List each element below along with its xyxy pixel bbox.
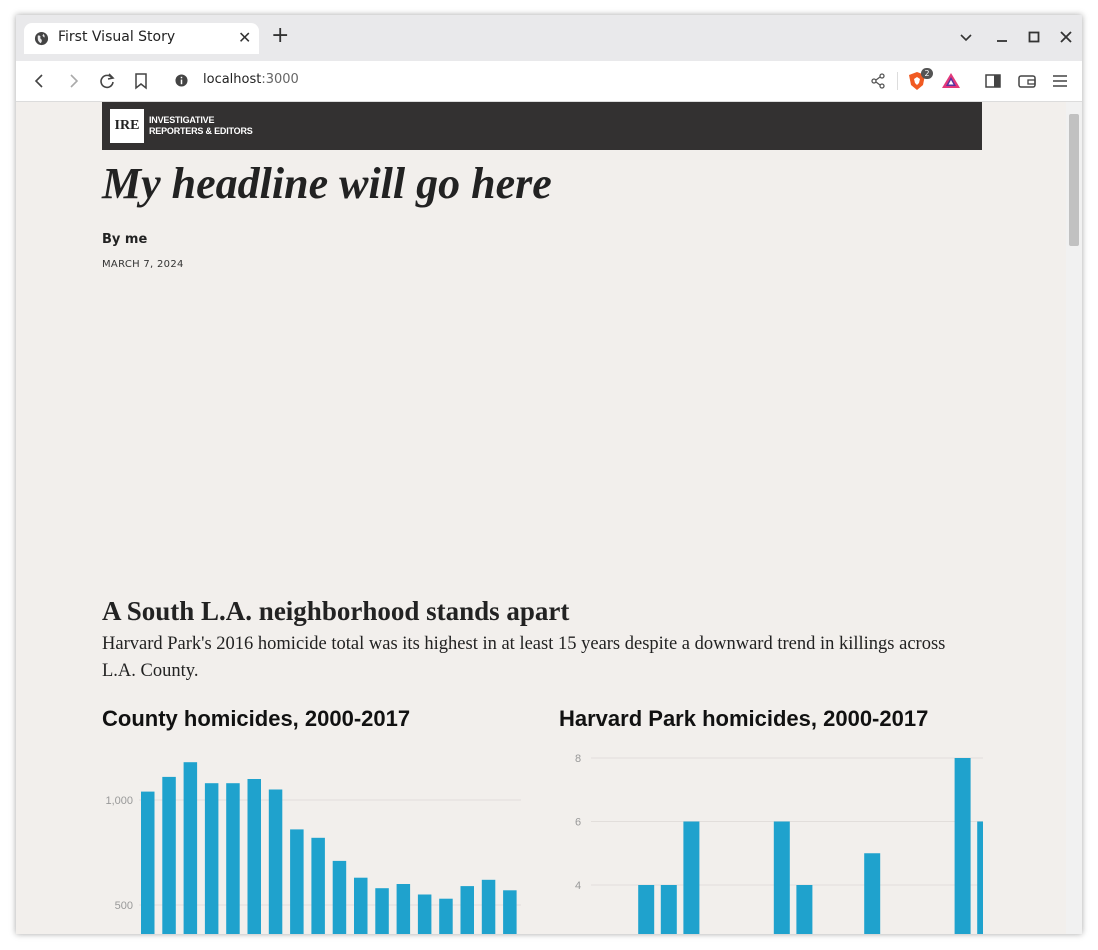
harvard-park-bar-2012[interactable] — [864, 853, 881, 934]
share-icon[interactable] — [869, 72, 887, 90]
dateline: MARCH 7, 2024 — [102, 259, 184, 270]
section-title: A South L.A. neighborhood stands apart — [102, 596, 570, 626]
ire-logo[interactable]: IRE — [110, 109, 144, 143]
county-bar-2013[interactable] — [417, 894, 432, 935]
section-dek: Harvard Park's 2016 homicide total was i… — [102, 634, 946, 681]
county-bar-2000[interactable] — [141, 791, 155, 934]
county-y-tick-label: 500 — [115, 900, 133, 912]
masthead: IRE INVESTIGATIVE REPORTERS & EDITORS — [102, 102, 982, 150]
county-bar-2009[interactable] — [332, 860, 347, 934]
county-bar-2015[interactable] — [460, 886, 475, 934]
tab-list-chevron-icon[interactable] — [956, 27, 976, 47]
headline: My headline will go here — [102, 159, 552, 208]
browser-tab[interactable]: First Visual Story ✕ — [24, 23, 259, 54]
bookmark-icon[interactable] — [130, 70, 152, 92]
scrollbar-thumb[interactable] — [1069, 114, 1079, 246]
minimize-icon[interactable] — [992, 27, 1012, 47]
url-text[interactable]: localhost:3000 — [203, 72, 299, 87]
harvard-park-y-tick-label: 8 — [575, 753, 581, 765]
browser-window: First Visual Story ✕ + localhost:3000 2 … — [16, 15, 1082, 934]
county-bar-2010[interactable] — [354, 877, 368, 934]
tab-strip: First Visual Story ✕ + — [16, 15, 1082, 61]
harvard-park-bar-2002[interactable] — [638, 885, 655, 934]
harvard-park-y-tick-label: 4 — [575, 880, 581, 892]
page-scrollbar[interactable] — [1066, 102, 1082, 934]
back-icon[interactable] — [29, 70, 51, 92]
brave-rewards-icon[interactable] — [941, 71, 961, 91]
byline: By me — [102, 232, 148, 247]
shields-count-badge: 2 — [921, 68, 933, 79]
county-bar-2003[interactable] — [204, 783, 219, 934]
harvard-park-bar-2016[interactable] — [954, 758, 971, 934]
harvard-park-bar-2004[interactable] — [683, 821, 700, 935]
county-bar-2008[interactable] — [311, 837, 325, 934]
tab-title: First Visual Story — [58, 29, 176, 45]
sidebar-toggle-icon[interactable] — [982, 70, 1004, 92]
harvard-park-bar-2003[interactable] — [660, 885, 677, 934]
wallet-icon[interactable] — [1016, 70, 1038, 92]
county-bar-2016[interactable] — [481, 879, 496, 934]
harvard-park-bar-2008[interactable] — [773, 821, 790, 935]
url-host: localhost — [203, 72, 262, 87]
county-bar-2012[interactable] — [396, 884, 411, 934]
globe-icon — [34, 31, 49, 46]
county-bar-2002[interactable] — [183, 762, 198, 934]
county-bar-2014[interactable] — [439, 898, 453, 934]
tab-close-icon[interactable]: ✕ — [238, 28, 251, 47]
county-bar-2006[interactable] — [268, 789, 283, 935]
menu-icon[interactable] — [1049, 70, 1071, 92]
harvard-park-bar-2009[interactable] — [796, 885, 813, 934]
maximize-icon[interactable] — [1024, 27, 1044, 47]
org-name: INVESTIGATIVE REPORTERS & EDITORS — [149, 115, 253, 137]
county-bar-2001[interactable] — [162, 776, 176, 934]
close-window-icon[interactable] — [1056, 27, 1076, 47]
org-name-line1: INVESTIGATIVE — [149, 115, 215, 125]
site-info-icon[interactable] — [175, 74, 188, 87]
harvard-park-y-tick-label: 6 — [575, 817, 581, 829]
county-homicides-chart: 500 1,000 — [105, 762, 521, 935]
browser-toolbar: localhost:3000 2 — [16, 61, 1082, 102]
county-bar-2005[interactable] — [247, 779, 262, 934]
new-tab-button[interactable]: + — [271, 24, 289, 48]
harvard-park-bar-2017[interactable] — [977, 821, 983, 935]
county-chart-title: County homicides, 2000-2017 — [102, 706, 411, 731]
forward-icon[interactable] — [62, 70, 84, 92]
county-bar-2004[interactable] — [226, 783, 240, 934]
county-bar-2011[interactable] — [375, 888, 389, 934]
org-name-line2: REPORTERS & EDITORS — [149, 126, 253, 136]
county-bar-2017[interactable] — [503, 890, 517, 934]
address-bar[interactable]: localhost:3000 2 — [164, 64, 970, 97]
url-port: :3000 — [261, 72, 299, 87]
reload-icon[interactable] — [96, 70, 118, 92]
page-content: IRE INVESTIGATIVE REPORTERS & EDITORS My… — [16, 102, 1066, 934]
harvard-park-homicides-chart: 4 6 8 — [575, 753, 983, 935]
harvard-park-chart-title: Harvard Park homicides, 2000-2017 — [559, 706, 929, 731]
county-y-tick-label: 1,000 — [105, 795, 133, 807]
toolbar-divider — [897, 72, 898, 90]
county-bar-2007[interactable] — [290, 829, 304, 934]
